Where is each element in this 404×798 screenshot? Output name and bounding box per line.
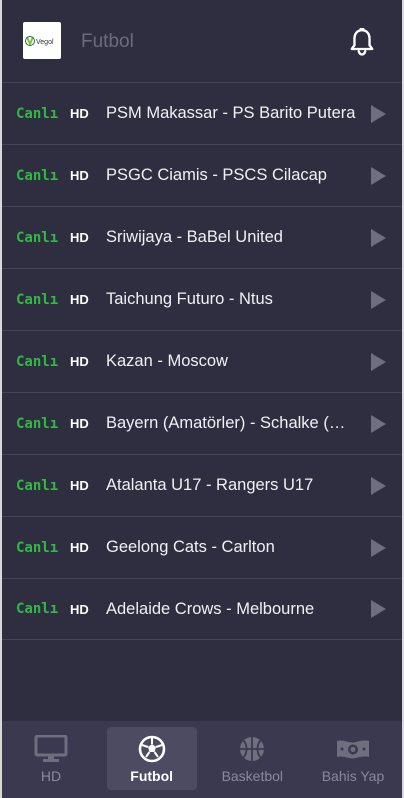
match-row[interactable]: Canlı HD PSM Makassar - PS Barito Putera xyxy=(2,82,402,144)
header: Vegol Futbol xyxy=(2,0,402,82)
app-logo[interactable]: Vegol xyxy=(23,22,61,59)
play-icon[interactable] xyxy=(371,600,386,618)
match-row[interactable]: Canlı HD PSGC Ciamis - PSCS Cilacap xyxy=(2,144,402,206)
live-label: Canlı xyxy=(16,477,59,494)
tab-bahis-yap[interactable]: Bahis Yap xyxy=(308,727,398,790)
match-title: Geelong Cats - Carlton xyxy=(106,538,275,556)
play-icon[interactable] xyxy=(371,476,386,495)
play-icon[interactable] xyxy=(371,290,386,309)
tab-label: HD xyxy=(40,768,62,784)
play-icon[interactable] xyxy=(371,352,386,371)
hd-badge: HD xyxy=(70,106,89,121)
monitor-icon xyxy=(34,735,68,762)
hd-badge: HD xyxy=(70,292,89,307)
basketball-icon xyxy=(240,737,265,761)
tab-hd[interactable]: HD xyxy=(6,727,96,790)
match-title: Bayern (Amatörler) - Schalke (Amatörler) xyxy=(106,414,356,432)
match-row[interactable]: Canlı HD Atalanta U17 - Rangers U17 xyxy=(2,454,402,516)
play-icon[interactable] xyxy=(371,104,386,123)
bell-icon[interactable] xyxy=(349,28,375,56)
bottom-tab-bar: HD Futbol Basketbol Bahis Yap xyxy=(2,721,402,798)
play-icon[interactable] xyxy=(371,414,386,433)
hd-badge: HD xyxy=(70,354,89,369)
vegol-logo-icon: Vegol xyxy=(25,35,54,47)
match-row[interactable]: Canlı HD Sriwijaya - BaBel United xyxy=(2,206,402,268)
tab-futbol[interactable]: Futbol xyxy=(106,727,197,790)
match-row[interactable]: Canlı HD Geelong Cats - Carlton xyxy=(2,516,402,578)
soccer-ball-icon xyxy=(138,735,165,763)
live-label: Canlı xyxy=(16,105,59,122)
live-label: Canlı xyxy=(16,539,59,556)
logo-text: Vegol xyxy=(36,39,54,46)
live-label: Canlı xyxy=(16,291,59,308)
hd-badge: HD xyxy=(70,168,89,183)
live-label: Canlı xyxy=(16,167,59,184)
hd-badge: HD xyxy=(70,478,89,493)
play-icon[interactable] xyxy=(371,228,386,247)
live-label: Canlı xyxy=(16,353,59,370)
money-icon xyxy=(336,740,369,759)
match-row[interactable]: Canlı HD Adelaide Crows - Melbourne xyxy=(2,578,402,640)
match-row[interactable]: Canlı HD Kazan - Moscow xyxy=(2,330,402,392)
match-title: Sriwijaya - BaBel United xyxy=(106,228,283,246)
tab-label: Bahis Yap xyxy=(321,768,385,784)
play-icon[interactable] xyxy=(371,538,386,557)
match-title: Kazan - Moscow xyxy=(106,352,228,370)
tab-basketbol[interactable]: Basketbol xyxy=(207,727,297,790)
live-label: Canlı xyxy=(16,415,59,432)
match-title: Taichung Futuro - Ntus xyxy=(106,290,273,308)
live-label: Canlı xyxy=(16,601,59,617)
hd-badge: HD xyxy=(70,601,89,617)
match-title: Adelaide Crows - Melbourne xyxy=(106,599,315,618)
match-row[interactable]: Canlı HD Bayern (Amatörler) - Schalke (A… xyxy=(2,392,402,454)
play-icon[interactable] xyxy=(371,166,386,185)
app-screen: Vegol Futbol Canlı HD PSM Makassar - PS … xyxy=(0,0,404,798)
hd-badge: HD xyxy=(70,540,89,555)
match-title: Atalanta U17 - Rangers U17 xyxy=(106,476,314,494)
match-title: PSM Makassar - PS Barito Putera xyxy=(106,104,356,122)
hd-badge: HD xyxy=(70,416,89,431)
page-title: Futbol xyxy=(81,31,134,52)
match-list: Canlı HD PSM Makassar - PS Barito Putera… xyxy=(2,82,402,640)
live-label: Canlı xyxy=(16,229,59,246)
match-row[interactable]: Canlı HD Taichung Futuro - Ntus xyxy=(2,268,402,330)
hd-badge: HD xyxy=(70,230,89,245)
match-title: PSGC Ciamis - PSCS Cilacap xyxy=(106,166,327,184)
tab-label: Basketbol xyxy=(221,768,284,784)
tab-label: Futbol xyxy=(130,768,174,784)
